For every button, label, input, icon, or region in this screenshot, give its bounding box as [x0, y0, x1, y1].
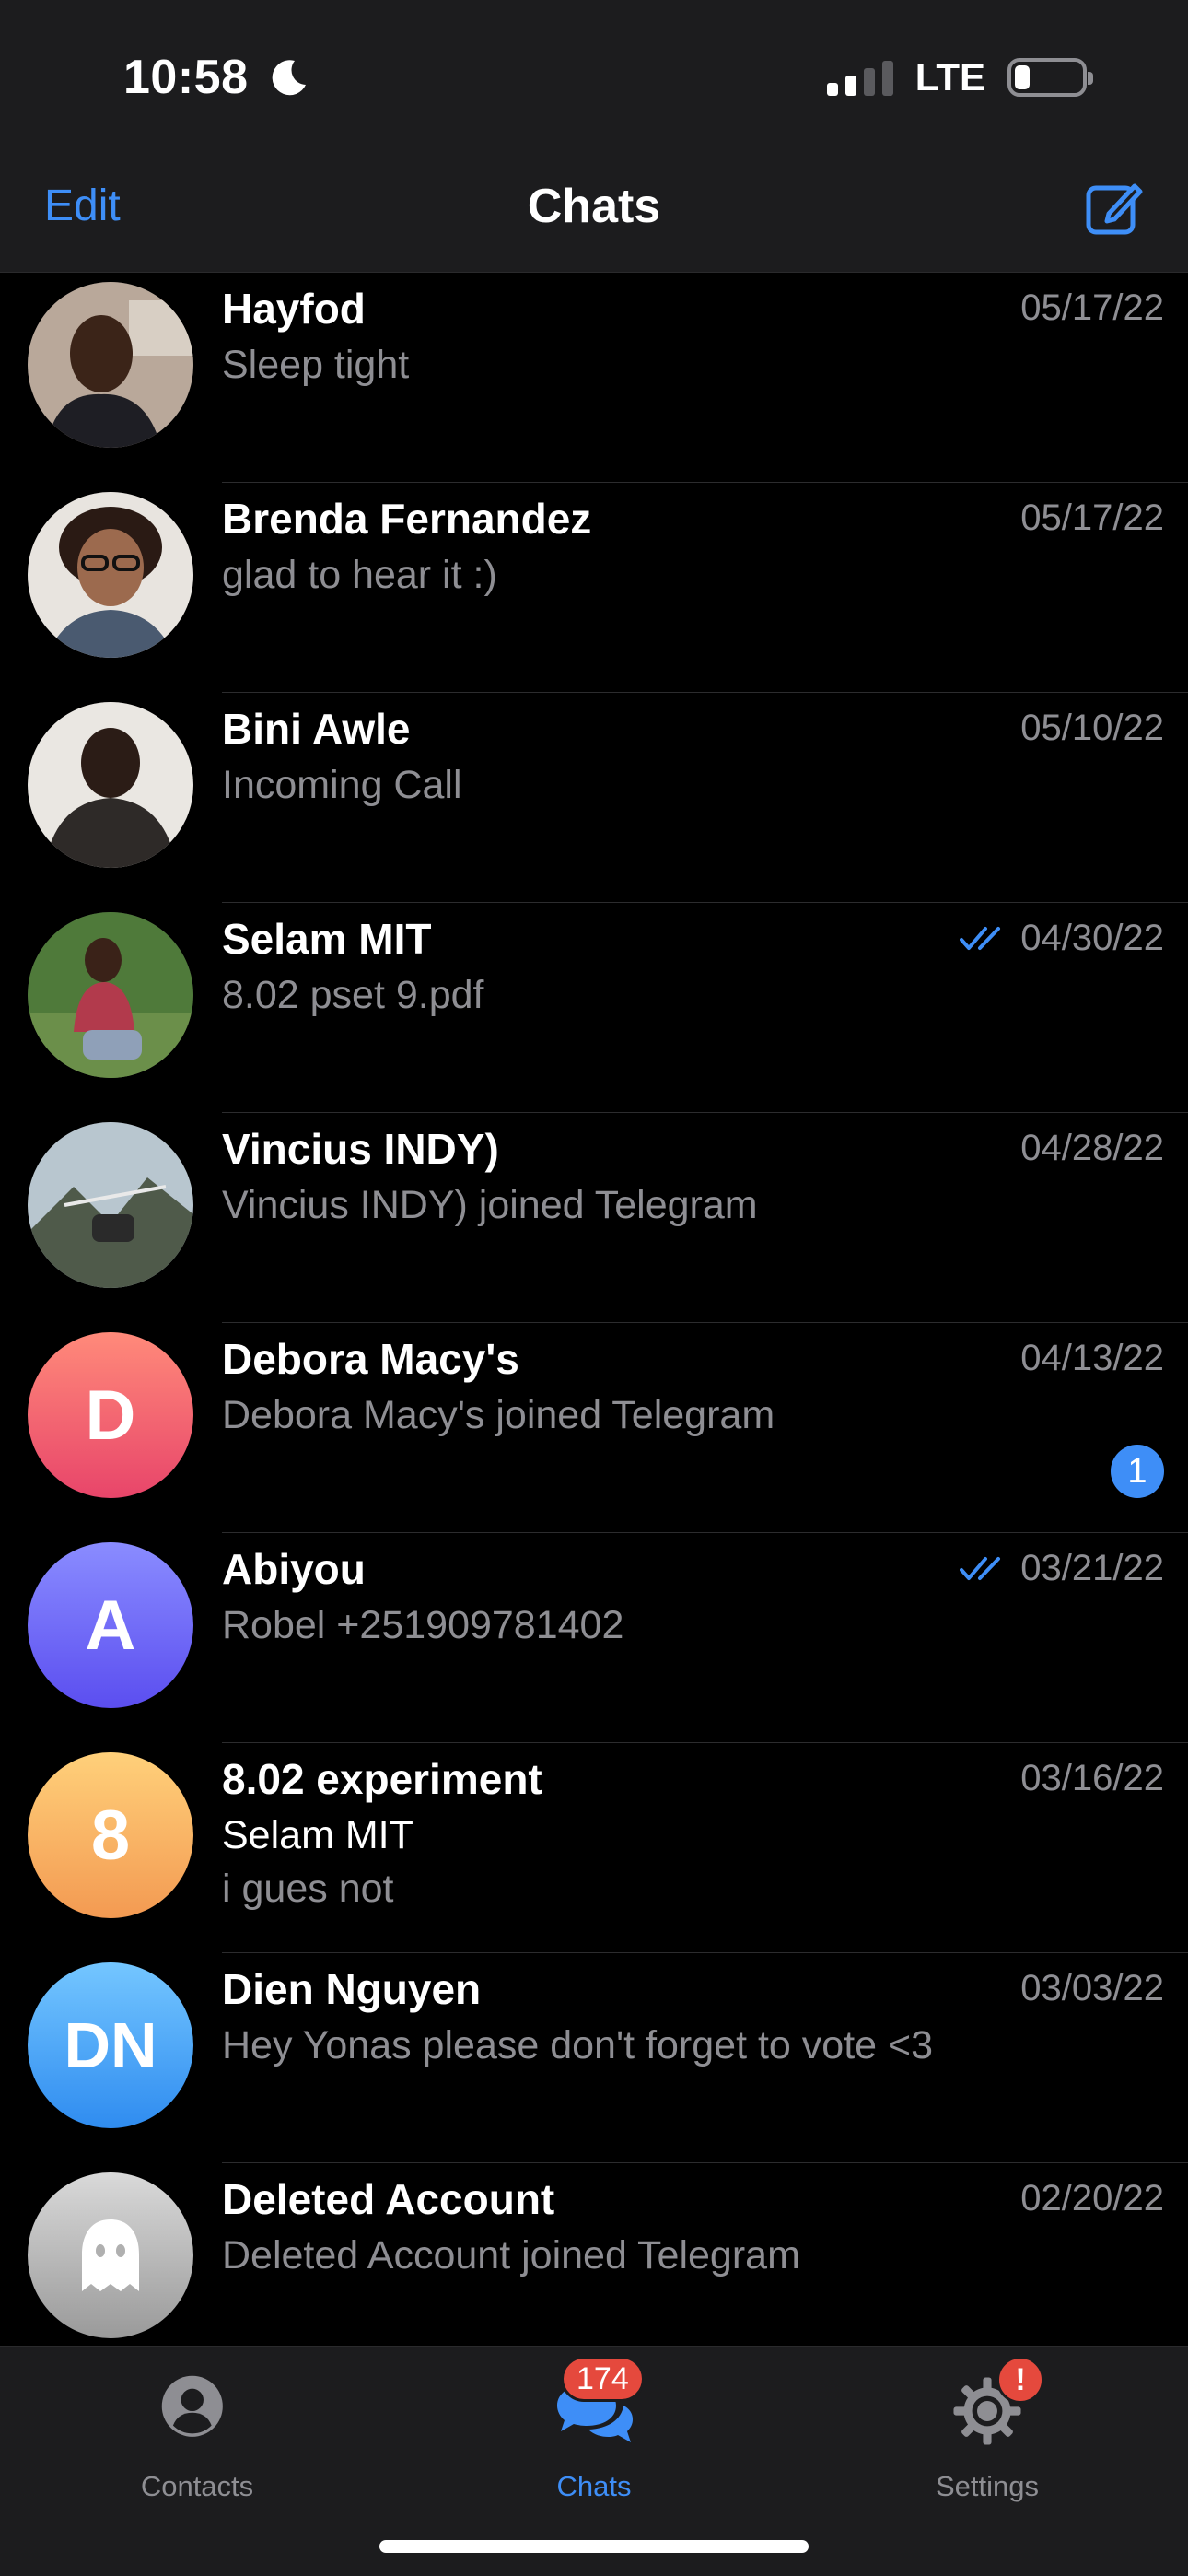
person-circle-icon: [161, 2375, 223, 2437]
chat-date: 03/03/22: [1020, 1968, 1164, 2008]
battery-icon: [1007, 58, 1093, 97]
person-photo-icon: [28, 912, 193, 1078]
chat-row-abiyou[interactable]: A Abiyou 03/21/22 Robel +251909781402: [0, 1533, 1188, 1743]
chat-preview: Hey Yonas please don't forget to vote <3: [222, 2023, 934, 2067]
tab-settings[interactable]: ! Settings: [849, 2347, 1125, 2576]
tab-bar: Contacts 174 Chats ! Settings: [0, 2346, 1188, 2576]
unread-badge: 1: [1111, 1445, 1164, 1498]
person-photo-icon: [28, 702, 193, 868]
avatar: D: [28, 1332, 193, 1498]
chat-name: Dien Nguyen: [222, 1965, 482, 2013]
chat-name: 8.02 experiment: [222, 1755, 542, 1803]
chat-sender: Selam MIT: [222, 1813, 413, 1857]
avatar: DN: [28, 1962, 193, 2128]
person-photo-icon: [28, 282, 193, 448]
settings-alert-badge: !: [996, 2356, 1044, 2404]
status-indicators: LTE: [826, 55, 1093, 100]
person-photo-icon: [28, 492, 193, 658]
chat-date: 03/21/22: [960, 1548, 1164, 1589]
chat-preview: Sleep tight: [222, 343, 410, 387]
chat-preview: i gues not: [222, 1867, 394, 1911]
tab-contacts[interactable]: Contacts: [59, 2347, 335, 2576]
chat-name: Selam MIT: [222, 915, 432, 963]
chat-date: 05/17/22: [1020, 498, 1164, 538]
chat-row-selam-mit[interactable]: Selam MIT 04/30/22 8.02 pset 9.pdf: [0, 903, 1188, 1113]
network-type: LTE: [914, 55, 985, 99]
chat-name: Brenda Fernandez: [222, 495, 592, 543]
compose-icon[interactable]: [1083, 177, 1144, 238]
chat-date: 03/16/22: [1020, 1758, 1164, 1798]
chat-date: 05/17/22: [1020, 287, 1164, 328]
chat-preview: Debora Macy's joined Telegram: [222, 1393, 775, 1437]
chat-row-vincius-indy[interactable]: Vincius INDY) 04/28/22 Vincius INDY) joi…: [0, 1113, 1188, 1323]
page-title: Chats: [527, 180, 661, 233]
chat-row-debora-macys[interactable]: D Debora Macy's 04/13/22 Debora Macy's j…: [0, 1323, 1188, 1533]
landscape-photo-icon: [28, 1122, 193, 1288]
chat-row-802-experiment[interactable]: 8 8.02 experiment 03/16/22 Selam MIT i g…: [0, 1743, 1188, 1953]
chat-date: 05/10/22: [1020, 708, 1164, 748]
chat-preview: 8.02 pset 9.pdf: [222, 973, 484, 1017]
avatar: [28, 702, 193, 868]
chat-name: Abiyou: [222, 1545, 366, 1593]
chat-row-brenda-fernandez[interactable]: Brenda Fernandez 05/17/22 glad to hear i…: [0, 483, 1188, 693]
tab-label: Contacts: [140, 2470, 254, 2502]
moon-icon: [272, 60, 306, 96]
chat-date: 04/28/22: [1020, 1128, 1164, 1168]
chat-row-dien-nguyen[interactable]: DN Dien Nguyen 03/03/22 Hey Yonas please…: [0, 1953, 1188, 2163]
avatar: 8: [28, 1752, 193, 1918]
chat-row-bini-awle[interactable]: Bini Awle 05/10/22 Incoming Call: [0, 693, 1188, 903]
chat-name: Deleted Account: [222, 2175, 555, 2223]
status-time: 10:58: [123, 50, 309, 105]
avatar-initials: D: [85, 1376, 136, 1455]
avatar: A: [28, 1542, 193, 1708]
tab-label: Settings: [935, 2470, 1039, 2502]
chat-date: 04/13/22: [1020, 1338, 1164, 1378]
chat-name: Hayfod: [222, 285, 366, 333]
ghost-icon: [82, 2219, 139, 2291]
chat-preview: Robel +251909781402: [222, 1603, 624, 1647]
chat-name: Bini Awle: [222, 705, 411, 753]
home-indicator: [379, 2540, 809, 2553]
chats-unread-badge: 174: [561, 2356, 645, 2402]
chat-preview: glad to hear it :): [222, 553, 497, 597]
avatar: [28, 2172, 193, 2338]
avatar: [28, 912, 193, 1078]
avatar: [28, 1122, 193, 1288]
cellular-signal-icon: [826, 59, 893, 96]
clock-text: 10:58: [123, 51, 249, 104]
chat-name: Vincius INDY): [222, 1125, 499, 1173]
chat-preview: Incoming Call: [222, 763, 462, 807]
chat-row-hayfod[interactable]: Hayfod 05/17/22 Sleep tight: [0, 273, 1188, 483]
chat-name: Debora Macy's: [222, 1335, 519, 1383]
chat-list: Hayfod 05/17/22 Sleep tight Brenda Ferna…: [0, 273, 1188, 2373]
avatar: [28, 282, 193, 448]
avatar-initials: 8: [90, 1796, 131, 1875]
top-bar: 10:58 LTE Edit Chats: [0, 0, 1188, 273]
chat-date: 04/30/22: [960, 918, 1164, 959]
double-check-icon: [960, 1556, 1001, 1580]
avatar-initials: DN: [64, 2009, 157, 2081]
avatar-initials: A: [85, 1586, 136, 1665]
double-check-icon: [960, 926, 1001, 950]
chat-date: 02/20/22: [1020, 2178, 1164, 2219]
chat-preview: Vincius INDY) joined Telegram: [222, 1183, 758, 1227]
avatar: [28, 492, 193, 658]
chat-row-deleted-account[interactable]: Deleted Account 02/20/22 Deleted Account…: [0, 2163, 1188, 2373]
chat-preview: Deleted Account joined Telegram: [222, 2233, 800, 2277]
tab-label: Chats: [556, 2470, 632, 2502]
